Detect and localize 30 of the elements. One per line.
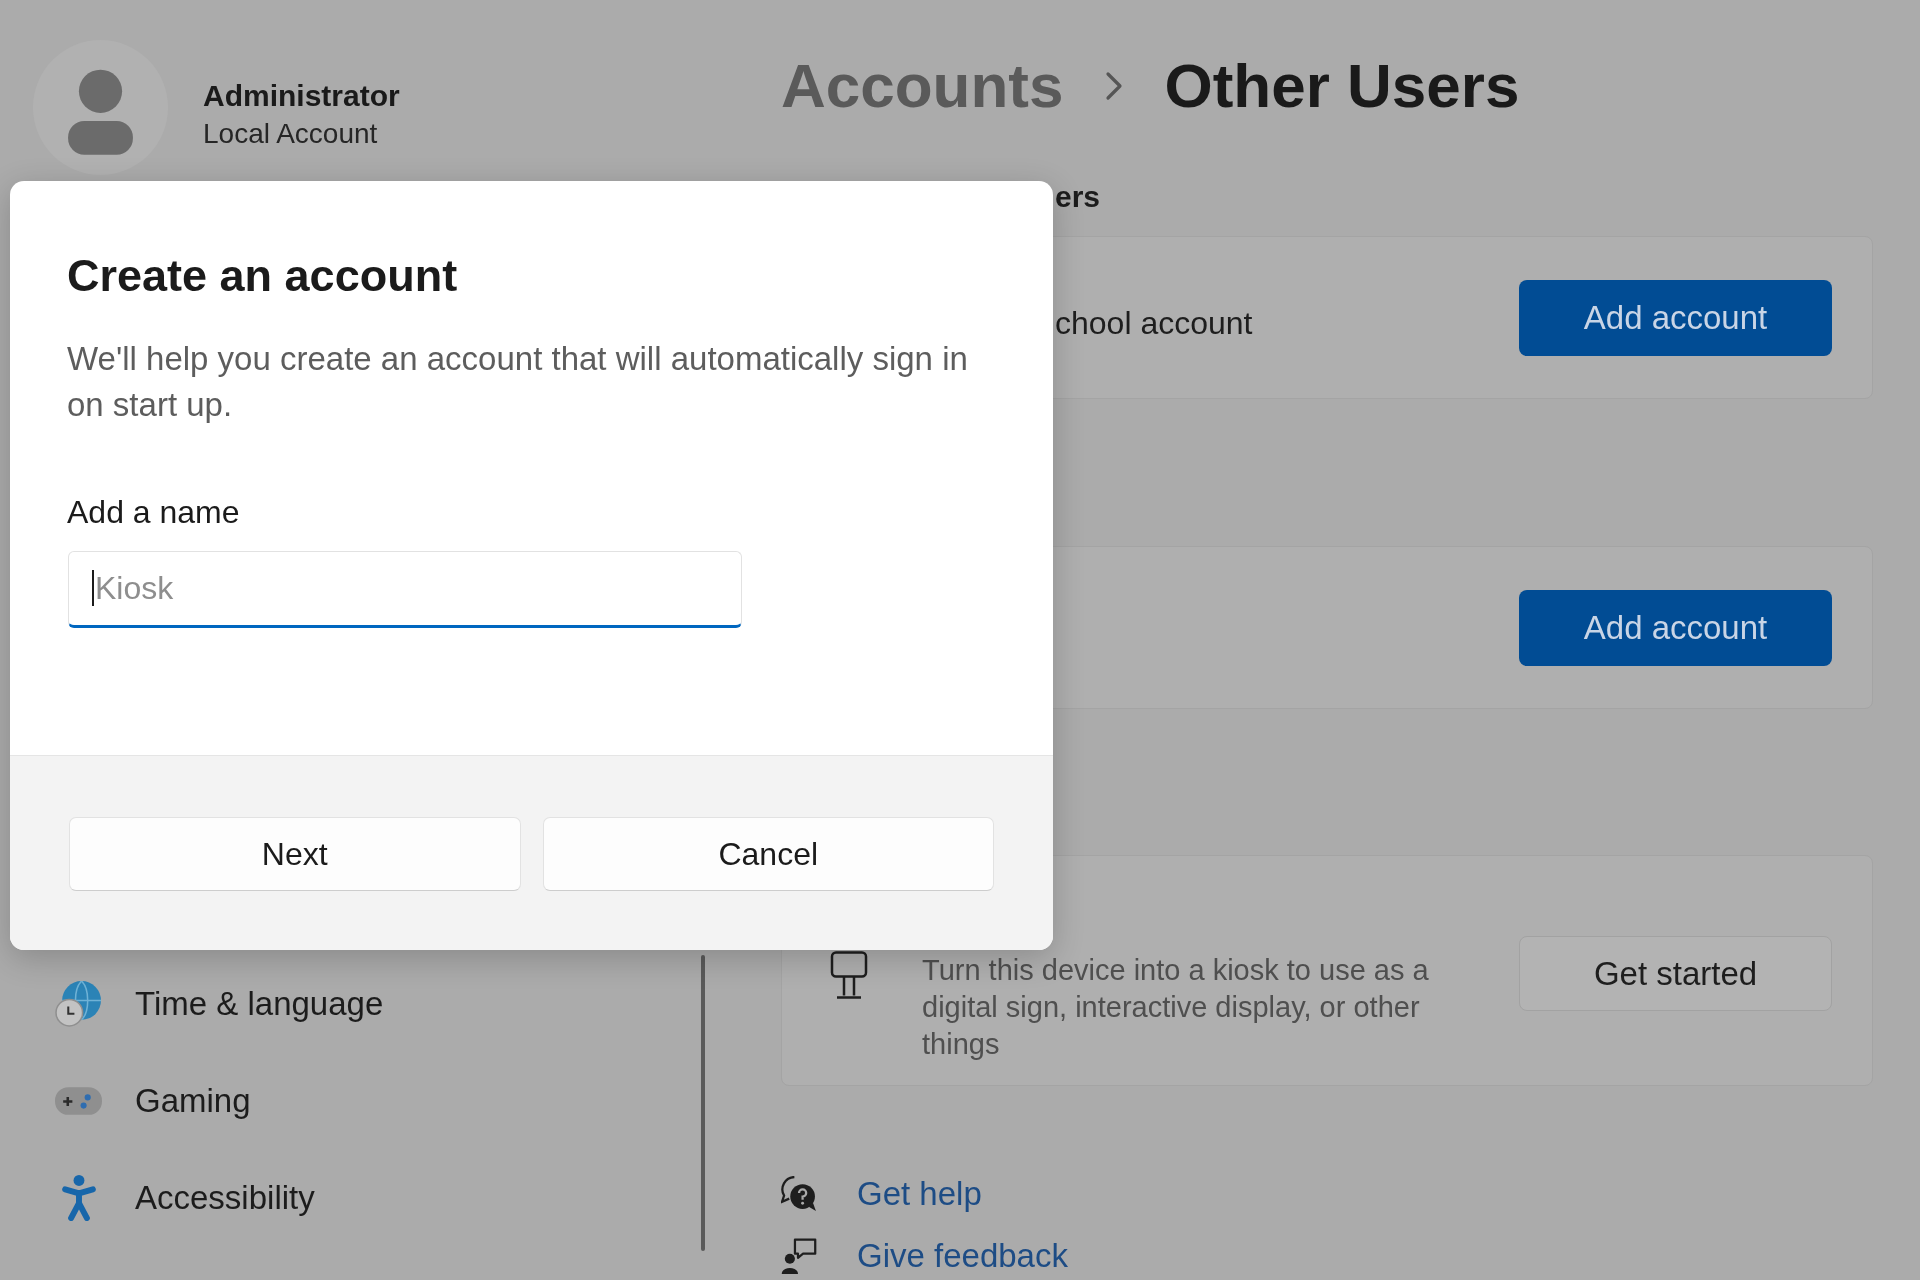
dialog-description: We'll help you create an account that will automatically sign in on start up. [67, 339, 969, 425]
section-heading: ers [1055, 179, 1101, 215]
page-title: Other Users [1164, 50, 1520, 122]
next-button[interactable]: Next [69, 817, 521, 891]
add-account-button[interactable]: Add account [1519, 279, 1832, 356]
dialog-title: Create an account [67, 249, 458, 303]
nav-item[interactable]: Time & language [20, 964, 681, 1044]
user-avatar-icon [33, 40, 168, 175]
help-bubble-icon [781, 1176, 817, 1212]
get-started-button[interactable]: Get started [1519, 936, 1832, 1011]
add-account-button[interactable]: Add account [1519, 589, 1832, 666]
field-label: Add a name [67, 493, 240, 532]
card-description: Turn this device into a kiosk to use as a digital sign, interactive display, or other things [922, 953, 1430, 1062]
feedback-person-icon [781, 1238, 817, 1274]
chevron-right-icon [1105, 71, 1124, 101]
globe-clock-icon [55, 980, 102, 1028]
name-input-field[interactable]: Kiosk [68, 551, 742, 628]
account-type: Local Account [203, 117, 378, 151]
kiosk-display-icon [830, 951, 868, 999]
accessibility-icon [61, 1175, 96, 1221]
gamepad-icon [55, 1087, 102, 1115]
nav-item[interactable]: Accessibility [20, 1158, 681, 1238]
text-cursor [92, 570, 94, 606]
help-link[interactable]: Get help [857, 1174, 982, 1214]
scrollbar-thumb[interactable] [701, 955, 705, 1251]
nav-item[interactable]: Gaming [20, 1061, 681, 1141]
card-title: chool account [1055, 303, 1253, 343]
cancel-button[interactable]: Cancel [542, 817, 994, 891]
user-name: Administrator [203, 78, 400, 114]
feedback-link[interactable]: Give feedback [857, 1236, 1068, 1276]
